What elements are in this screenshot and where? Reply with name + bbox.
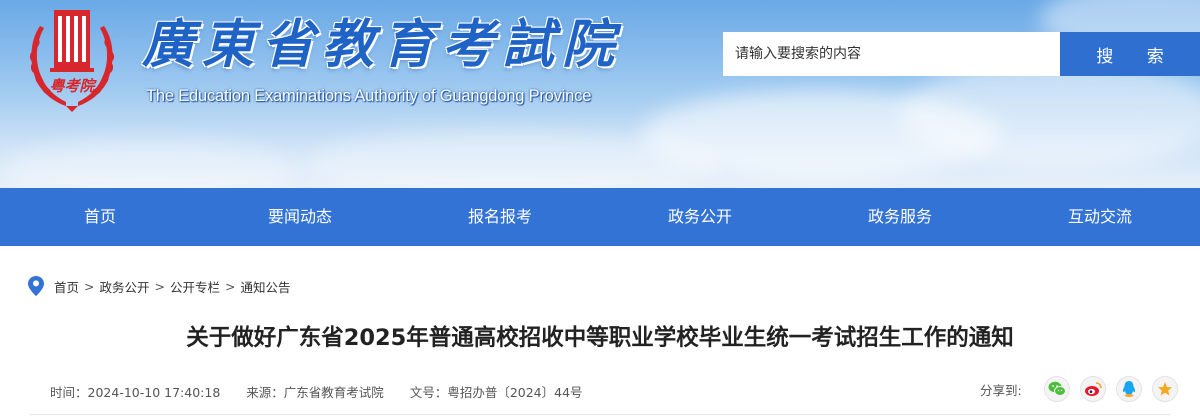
meta-source-label: 来源： [246, 385, 284, 400]
breadcrumb-separator: > [84, 278, 95, 294]
qq-icon [1122, 381, 1135, 397]
site-title[interactable]: 廣東省教育考試院 [142, 14, 622, 76]
breadcrumb-home[interactable]: 首页 [54, 277, 79, 296]
share-bar: 分享到: [980, 376, 1178, 402]
share-qzone-button[interactable] [1151, 376, 1178, 402]
meta-docno: 文号：粤招办普〔2024〕44号 [410, 382, 583, 404]
banner-cloud [900, 60, 1200, 170]
article-title: 关于做好广东省2025年普通高校招收中等职业学校毕业生统一考试招生工作的通知 [186, 325, 1014, 351]
article-meta: 时间：2024-10-10 17:40:18 来源：广东省教育考试院 文号：粤招… [50, 382, 609, 404]
emblem-text: 粤考院 [49, 77, 97, 95]
meta-docno-label: 文号： [409, 385, 448, 400]
nav-item-interaction[interactable]: 互动交流 [1000, 188, 1200, 246]
share-label: 分享到: [980, 382, 1022, 398]
banner-cloud [0, 140, 300, 188]
nav-item-services[interactable]: 政务服务 [800, 188, 1000, 246]
qzone-star-icon [1157, 382, 1172, 396]
meta-source: 来源：广东省教育考试院 [246, 382, 384, 404]
main-nav: 首页 要闻动态 报名报考 政务公开 政务服务 互动交流 [0, 188, 1200, 246]
nav-item-news[interactable]: 要闻动态 [200, 188, 400, 246]
meta-time-value: 2024-10-10 17:40:18 [87, 385, 221, 400]
meta-source-value: 广东省教育考试院 [283, 385, 384, 400]
wechat-icon [1048, 381, 1066, 396]
share-qq-button[interactable] [1115, 376, 1142, 402]
meta-docno-value: 粤招办普〔2024〕44号 [447, 385, 583, 400]
breadcrumb-separator: > [154, 278, 165, 294]
search-button[interactable]: 搜 索 [1060, 32, 1200, 76]
meta-divider [30, 414, 1170, 415]
meta-time: 时间：2024-10-10 17:40:18 [50, 382, 220, 404]
site-header: 粤考院 廣東省教育考試院 The Education Examinations … [0, 0, 1200, 188]
site-subtitle: The Education Examinations Authority of … [146, 87, 592, 105]
nav-item-registration[interactable]: 报名报考 [400, 188, 600, 246]
site-logo-emblem-icon[interactable]: 粤考院 [20, 4, 124, 116]
weibo-icon [1084, 382, 1102, 396]
share-weibo-button[interactable] [1079, 376, 1106, 402]
meta-time-label: 时间： [50, 385, 88, 400]
share-wechat-button[interactable] [1043, 376, 1070, 402]
nav-item-public-affairs[interactable]: 政务公开 [600, 188, 800, 246]
nav-item-home[interactable]: 首页 [0, 188, 200, 246]
breadcrumb-public-affairs[interactable]: 政务公开 [100, 277, 150, 296]
breadcrumb-public-column[interactable]: 公开专栏 [170, 277, 220, 296]
search-input[interactable] [723, 32, 1060, 76]
breadcrumb-separator: > [225, 278, 236, 294]
location-pin-icon [28, 276, 44, 296]
search-bar: 搜 索 [723, 32, 1200, 76]
breadcrumb-notices[interactable]: 通知公告 [241, 277, 291, 296]
breadcrumb: 首页 > 政务公开 > 公开专栏 > 通知公告 [28, 275, 291, 297]
